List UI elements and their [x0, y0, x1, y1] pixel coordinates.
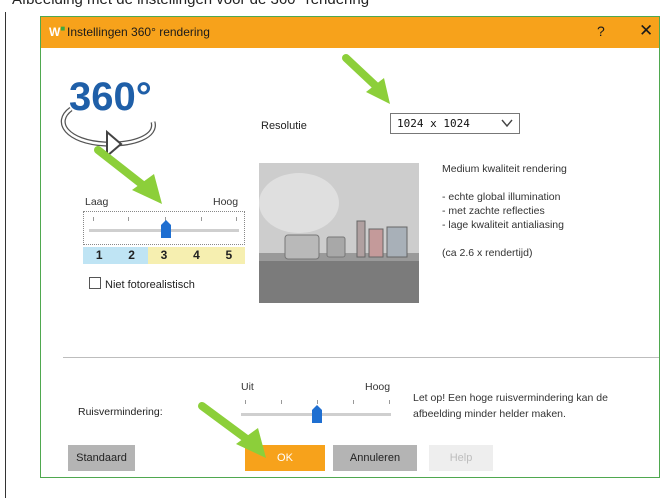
resolution-dropdown[interactable]: 1024 x 1024 [390, 113, 520, 134]
rendering-preview-image [259, 163, 419, 303]
slider-tick [353, 400, 354, 404]
slider-tick [128, 217, 129, 221]
non-photorealistic-option[interactable]: Niet fotorealistisch [89, 277, 195, 291]
quality-level-2[interactable]: 2 [115, 247, 148, 264]
slider-tick [201, 217, 202, 221]
logo-text: 360° [69, 75, 152, 119]
cropped-caption: Afbeelding met de instellingen voor de 3… [0, 0, 666, 12]
help-button: Help [429, 445, 493, 471]
quality-slider[interactable] [83, 211, 245, 245]
resolution-label: Resolutie [261, 120, 307, 132]
section-divider [63, 357, 659, 358]
annotation-arrow-icon [198, 402, 266, 458]
slider-tick [389, 400, 390, 404]
slider-tick [317, 400, 318, 404]
quality-level-1[interactable]: 1 [83, 247, 116, 264]
slider-tick [281, 400, 282, 404]
app-icon: W■ [49, 24, 66, 39]
resolution-value: 1024 x 1024 [397, 117, 470, 130]
annotation-arrow-icon [94, 146, 162, 204]
non-photorealistic-checkbox[interactable] [89, 277, 101, 289]
preview-heading: Medium kwaliteit rendering [442, 163, 567, 175]
preview-bullet: - lage kwaliteit antialiasing [442, 219, 564, 231]
standard-button[interactable]: Standaard [68, 445, 135, 471]
quality-high-label: Hoog [213, 196, 239, 208]
close-button[interactable]: ✕ [639, 21, 653, 41]
cancel-button[interactable]: Annuleren [333, 445, 417, 471]
quality-level-5[interactable]: 5 [212, 247, 246, 264]
title-bar: W■ Instellingen 360° rendering ? ✕ [41, 17, 659, 48]
slider-thumb[interactable] [312, 405, 322, 423]
noise-warning: Let op! Een hoge ruisvermindering kan de… [413, 390, 608, 422]
quality-level-3[interactable]: 3 [147, 247, 181, 264]
noise-reduction-label: Ruisvermindering: [78, 406, 163, 418]
slider-tick [236, 217, 237, 221]
preview-description: Medium kwaliteit rendering - echte globa… [442, 162, 567, 260]
annotation-arrow-icon [342, 54, 390, 104]
noise-low-label: Uit [241, 381, 254, 393]
preview-note: (ca 2.6 x rendertijd) [442, 247, 533, 259]
window-title: Instellingen 360° rendering [67, 25, 210, 39]
slider-tick [93, 217, 94, 221]
noise-warning-line: Let op! Een hoge ruisvermindering kan de [413, 392, 608, 404]
chevron-down-icon [501, 119, 513, 128]
preview-bullet: - echte global illumination [442, 191, 561, 203]
caption-text: Afbeelding met de instellingen voor de 3… [12, 0, 369, 8]
slider-thumb[interactable] [161, 220, 171, 238]
help-title-button[interactable]: ? [597, 23, 605, 39]
noise-warning-line: afbeelding minder helder maken. [413, 408, 566, 420]
non-photorealistic-label: Niet fotorealistisch [105, 279, 195, 291]
preview-bullet: - met zachte reflecties [442, 205, 545, 217]
quality-level-4[interactable]: 4 [180, 247, 213, 264]
logo-360-icon: 360° [60, 75, 156, 156]
quality-level-selector: 1 2 3 4 5 [83, 247, 246, 264]
noise-high-label: Hoog [365, 381, 391, 393]
page-left-rule [5, 12, 6, 498]
